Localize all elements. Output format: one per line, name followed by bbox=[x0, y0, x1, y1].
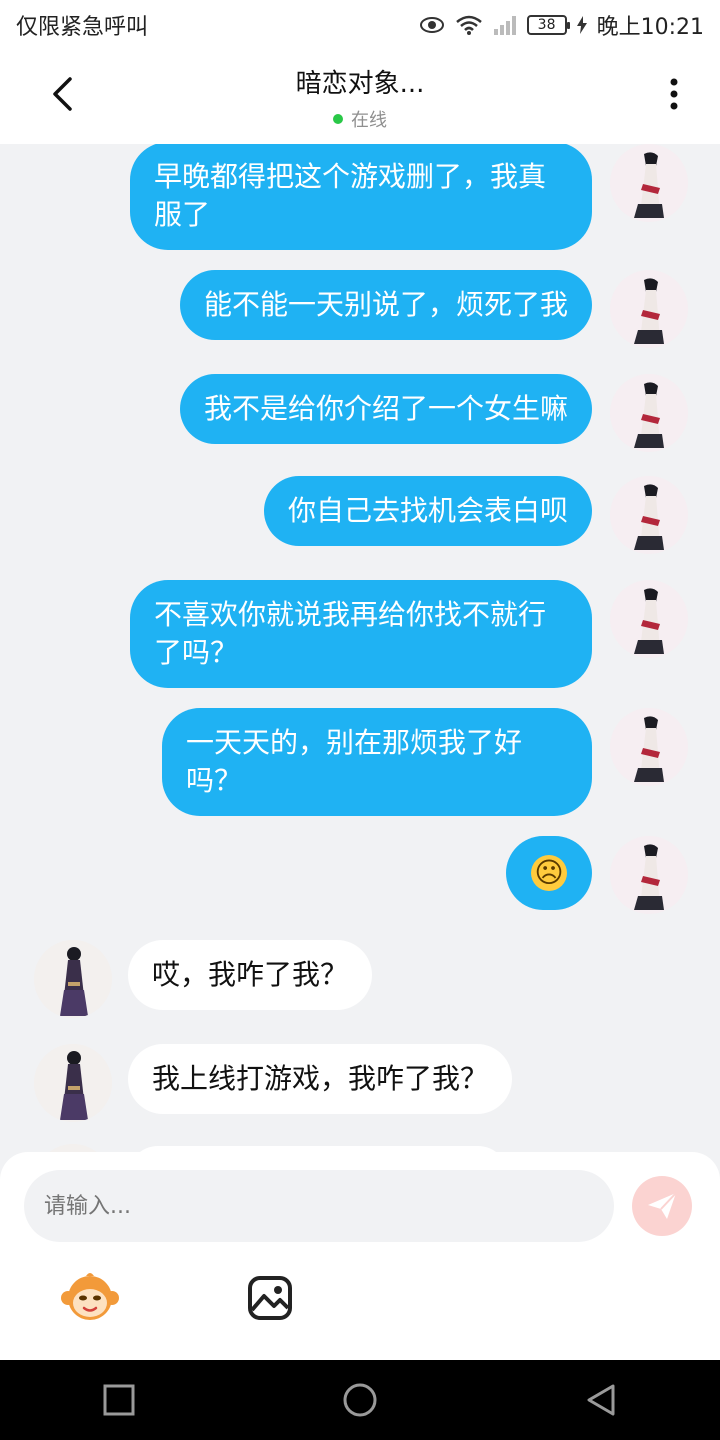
avatar[interactable] bbox=[610, 836, 688, 914]
charging-icon bbox=[576, 16, 587, 34]
avatar[interactable] bbox=[610, 708, 688, 786]
chevron-left-icon bbox=[53, 77, 72, 111]
image-icon bbox=[248, 1276, 292, 1320]
status-carrier-text: 仅限紧急呼叫 bbox=[16, 15, 149, 40]
avatar-icon bbox=[610, 476, 688, 554]
square-icon[interactable] bbox=[101, 1382, 137, 1418]
message-bubble-sent[interactable]: 你自己去找机会表白呗 bbox=[263, 476, 592, 546]
online-status: 在线 bbox=[296, 106, 425, 132]
chat-header: 暗恋对象... 在线 bbox=[0, 50, 720, 144]
more-options-button[interactable] bbox=[652, 72, 696, 116]
avatar[interactable] bbox=[610, 476, 688, 554]
avatar[interactable] bbox=[610, 580, 688, 658]
online-status-label: 在线 bbox=[350, 109, 387, 131]
frowning-face-icon: ☹ bbox=[531, 855, 567, 891]
avatar[interactable] bbox=[34, 1044, 112, 1122]
sticker-button[interactable] bbox=[60, 1270, 120, 1326]
online-dot-icon bbox=[332, 113, 343, 124]
back-button[interactable] bbox=[40, 72, 84, 116]
avatar-icon bbox=[34, 1044, 112, 1122]
message-bubble-received[interactable]: 我上线打游戏，我咋了我？ bbox=[128, 1044, 513, 1114]
send-button[interactable] bbox=[632, 1176, 692, 1236]
composer bbox=[0, 1152, 720, 1360]
avatar-icon bbox=[610, 374, 688, 452]
eye-icon bbox=[419, 17, 444, 33]
avatar-icon bbox=[610, 580, 688, 658]
avatar[interactable] bbox=[34, 940, 112, 1018]
contact-info: 暗恋对象... 在线 bbox=[296, 63, 425, 132]
message-bubble-sent[interactable]: 能不能一天别说了，烦死了我 bbox=[179, 270, 592, 340]
message-bubble-sent[interactable]: 我不是给你介绍了一个女生嘛 bbox=[179, 374, 592, 444]
paper-plane-icon bbox=[648, 1192, 677, 1219]
message-bubble-received[interactable]: 哎，我咋了我？ bbox=[128, 940, 373, 1010]
avatar-icon bbox=[610, 708, 688, 786]
circle-icon[interactable] bbox=[340, 1380, 380, 1420]
contact-name: 暗恋对象... bbox=[295, 68, 425, 99]
status-icons: 38 晚上10:21 bbox=[419, 9, 704, 41]
more-vertical-icon bbox=[670, 78, 678, 110]
avatar-icon bbox=[610, 836, 688, 914]
message-list[interactable]: 早晚都得把这个游戏删了，我真服了 能不能一天别说了，烦死了我 我不是给你介绍了一… bbox=[0, 144, 720, 1154]
status-bar: 仅限紧急呼叫 38 晚上10:21 bbox=[0, 0, 720, 50]
battery-icon: 38 bbox=[526, 15, 570, 35]
avatar[interactable] bbox=[610, 374, 688, 452]
image-button[interactable] bbox=[246, 1274, 294, 1322]
avatar[interactable] bbox=[610, 144, 688, 222]
message-bubble-sent[interactable]: ☹ bbox=[506, 836, 592, 910]
status-time: 晚上10:21 bbox=[596, 15, 704, 40]
system-nav-bar bbox=[0, 1360, 720, 1440]
wifi-icon bbox=[455, 15, 482, 35]
message-input[interactable] bbox=[24, 1170, 614, 1242]
message-bubble-sent[interactable]: 一天天的，别在那烦我了好吗？ bbox=[162, 708, 592, 816]
avatar-icon bbox=[610, 144, 688, 222]
triangle-back-icon[interactable] bbox=[583, 1382, 619, 1418]
signal-icon bbox=[493, 16, 516, 35]
monkey-face-icon bbox=[61, 1273, 119, 1320]
avatar-icon bbox=[34, 940, 112, 1018]
message-bubble-sent[interactable]: 早晚都得把这个游戏删了，我真服了 bbox=[130, 144, 592, 250]
avatar-icon bbox=[610, 270, 688, 348]
avatar[interactable] bbox=[610, 270, 688, 348]
message-bubble-sent[interactable]: 不喜欢你就说我再给你找不就行了吗？ bbox=[130, 580, 592, 688]
